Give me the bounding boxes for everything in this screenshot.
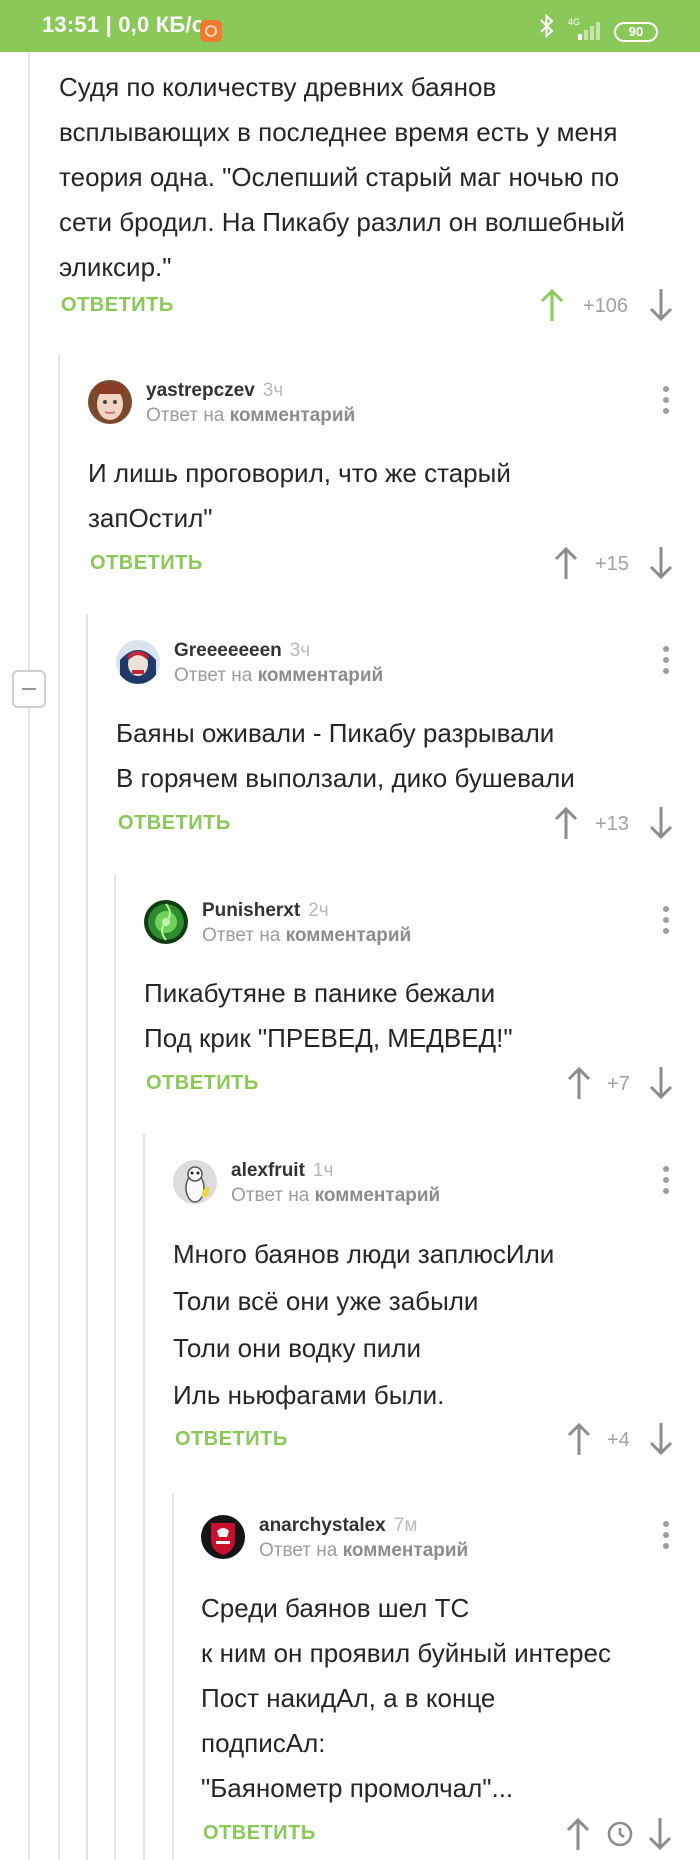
vote-score: +106 [583,295,629,317]
reply-to-line: Ответ на комментарий [259,1540,468,1562]
arrow-up-icon[interactable] [539,288,565,322]
arrow-down-icon[interactable] [648,288,674,322]
comment-text: Среди баянов шел ТС к ним он проявил буй… [201,1593,611,1803]
arrow-down-icon[interactable] [648,1422,674,1456]
avatar[interactable] [201,1515,245,1559]
avatar[interactable] [88,380,132,424]
avatar[interactable] [144,900,188,944]
reply-to-link[interactable]: комментарий [286,925,412,946]
comment: Punisherxt 2ч Ответ на комментарий Пикабу… [144,900,700,1130]
comment: anarchystalex 7м Ответ на комментарий Сре… [201,1515,700,1860]
author-name[interactable]: Greeeeeeen 3ч [174,640,310,662]
author-name[interactable]: anarchystalex 7м [259,1515,417,1537]
reply-button[interactable]: ОТВЕТИТЬ [175,1428,288,1451]
thread-line [143,1134,145,1860]
reply-to-line: Ответ на комментарий [202,925,411,947]
comment: alexfruit 1ч Ответ на комментарий Много б… [173,1160,700,1490]
reply-to-link[interactable]: комментарий [315,1185,441,1206]
arrow-up-icon[interactable] [566,1422,592,1456]
reply-to-link[interactable]: комментарий [343,1540,469,1561]
comment-time: 2ч [308,900,329,921]
comment-time: 3ч [262,380,284,401]
status-bar: 13:51 | 0,0 КБ/с 4G 90 [0,0,700,52]
author-username[interactable]: Punisherxt [202,900,300,921]
signal-icon [578,22,600,40]
thread-line [86,614,88,1860]
reply-to-link[interactable]: комментарий [230,405,356,426]
author-name[interactable]: yastrepczev 3ч [146,380,283,402]
comment: Greeeeeeen 3ч Ответ на комментарий Баяны … [116,640,700,870]
arrow-down-icon[interactable] [648,546,674,580]
thread-line [58,354,60,1860]
reply-to-prefix: Ответ на [146,405,225,426]
reply-to-line: Ответ на комментарий [231,1185,440,1207]
arrow-down-icon[interactable] [648,806,674,840]
arrow-down-icon[interactable] [648,1066,674,1100]
author-name[interactable]: Punisherxt 2ч [202,900,329,922]
reply-to-line: Ответ на комментарий [174,665,383,687]
comment-text: И лишь проговорил, что же старый запОсти… [88,458,511,533]
more-vertical-icon[interactable] [660,904,670,936]
collapse-thread-button[interactable] [12,670,46,708]
comment-text: Много баянов люди заплюсИли Толи всё они… [173,1239,555,1410]
comment: yastrepczev 3ч Ответ на комментарий И лиш… [88,380,700,610]
arrow-up-icon[interactable] [565,1817,591,1851]
reply-button[interactable]: ОТВЕТИТЬ [61,294,174,317]
reply-button[interactable]: ОТВЕТИТЬ [118,812,231,835]
author-username[interactable]: Greeeeeeen [174,640,282,661]
more-vertical-icon[interactable] [660,644,670,676]
reply-to-prefix: Ответ на [174,665,253,686]
arrow-up-icon[interactable] [553,806,579,840]
arrow-down-icon[interactable] [647,1817,673,1851]
reply-to-line: Ответ на комментарий [146,405,355,427]
author-name[interactable]: alexfruit 1ч [231,1160,333,1182]
comment: Судя по количеству древних баянов всплыв… [59,52,700,352]
avatar[interactable] [116,640,160,684]
more-vertical-icon[interactable] [660,384,670,416]
reply-to-prefix: Ответ на [259,1540,338,1561]
comment-time: 3ч [289,640,311,661]
arrow-up-icon[interactable] [553,546,579,580]
reply-button[interactable]: ОТВЕТИТЬ [203,1822,316,1845]
more-vertical-icon[interactable] [660,1519,670,1551]
arrow-up-icon[interactable] [566,1066,592,1100]
thread-line [28,52,30,1860]
comment-text: Баяны оживали - Пикабу разрывали В горяч… [116,718,575,793]
comment-text: Пикабутяне в панике бежали Под крик "ПРЕ… [144,978,513,1053]
vote-score: +7 [607,1073,630,1095]
thread-line [172,1494,174,1860]
battery-indicator: 90 [614,22,658,42]
author-username[interactable]: anarchystalex [259,1515,386,1536]
reply-button[interactable]: ОТВЕТИТЬ [146,1072,259,1095]
vote-score: +13 [595,813,629,835]
vote-score: +15 [595,553,629,575]
comment-time: 1ч [312,1160,334,1181]
avatar[interactable] [173,1160,217,1204]
reply-to-link[interactable]: комментарий [258,665,384,686]
reply-to-prefix: Ответ на [202,925,281,946]
comment-time: 7м [393,1515,418,1536]
vote-score: +4 [607,1429,630,1451]
notification-icon [200,20,222,42]
comment-text: Судя по количеству древних баянов всплыв… [59,72,625,282]
reply-button[interactable]: ОТВЕТИТЬ [90,552,203,575]
reply-to-prefix: Ответ на [231,1185,310,1206]
bluetooth-icon [540,13,554,39]
more-vertical-icon[interactable] [660,1164,670,1196]
author-username[interactable]: alexfruit [231,1160,305,1181]
author-username[interactable]: yastrepczev [146,380,255,401]
clock-icon [607,1821,633,1847]
thread-line [114,874,116,1860]
status-time: 13:51 | 0,0 КБ/с [42,12,205,37]
